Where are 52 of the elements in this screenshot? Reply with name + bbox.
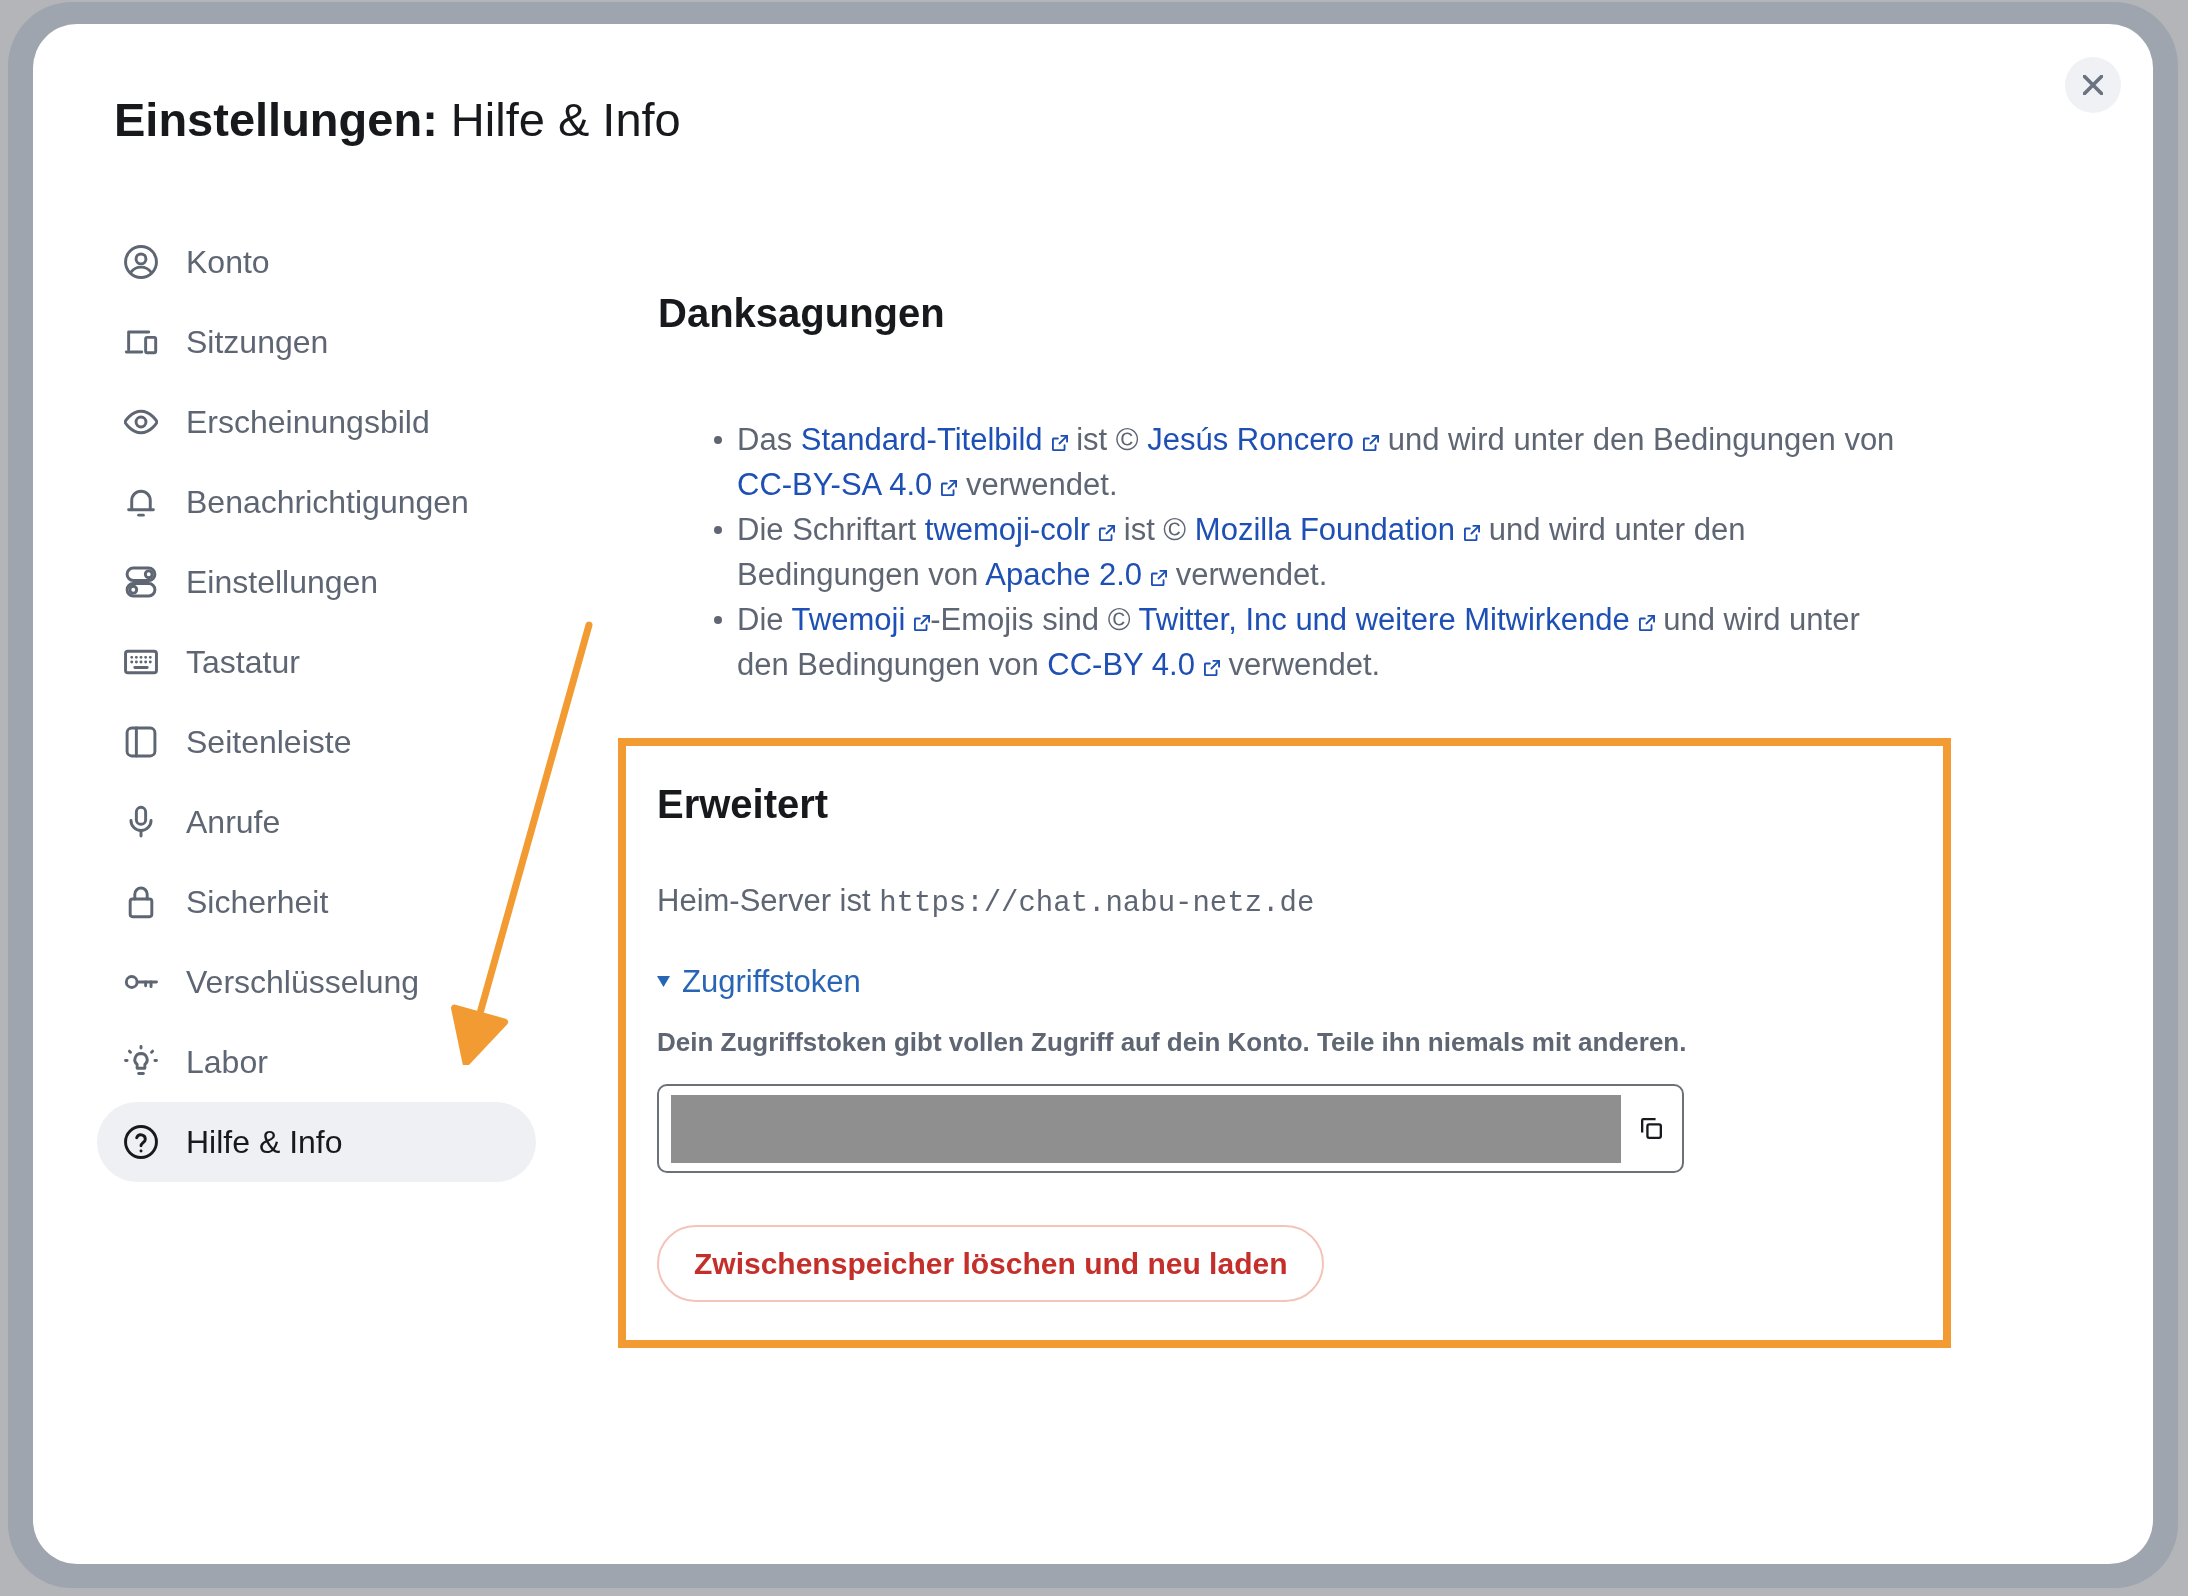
homeserver-text: Heim-Server ist https://chat.nabu-netz.de [657,882,1316,922]
credit-text: Das Standard-Titelbild ist © Jesús Roncero und wird unter den Bedingungen von CC-BY-SA 4.0 verwendet. [737,421,1896,504]
toggles-icon [124,565,158,599]
bullet-icon [714,616,722,624]
external-link-icon [1051,435,1068,451]
sidebar-panel-icon [124,725,158,759]
sidebar-item[interactable]: Seitenleiste [97,702,536,782]
external-link-icon [914,615,931,631]
sidebar-item[interactable]: Sicherheit [97,862,536,942]
credit-text: Die Twemoji -Emojis sind © Twitter, Inc und weitere Mitwirkende und wird unter den Bedingungen von CC-BY 4.0 verwendet. [737,601,1861,684]
clear-cache-button[interactable]: Zwischenspeicher löschen und neu laden [657,1225,1325,1302]
sidebar-item[interactable]: Einstellungen [97,542,536,622]
token-warning: Dein Zugriffstoken gibt vollen Zugriff auf dein Konto. Teile ihn niemals mit anderen. [657,1026,1688,1059]
credit-text: Die Schriftart twemoji-colr ist © Mozilla Foundation und wird unter den Bedingungen von Apache 2.0 verwendet. [737,511,1747,594]
token-toggle[interactable]: Zugriffstoken [657,959,861,1004]
external-link-icon [1363,435,1380,451]
sidebar-item[interactable]: Tastatur [97,622,536,702]
link[interactable]: Jesús Roncero [1147,422,1380,457]
external-link-icon [1638,615,1655,631]
bullet-icon [714,526,722,534]
external-link-icon [1099,525,1116,541]
sidebar-item[interactable]: Konto [97,222,536,302]
external-link-icon [1464,525,1481,541]
external-link-icon [1151,570,1168,586]
link[interactable]: Twemoji [791,602,931,637]
user-circle-icon [124,245,158,279]
sidebar-item[interactable]: Anrufe [97,782,536,862]
copy-icon [1641,1118,1662,1139]
sidebar-item[interactable]: Benachrichtigungen [97,462,536,542]
token-field[interactable] [657,1084,1684,1173]
sidebar-item[interactable]: Hilfe & Info [97,1102,536,1182]
link[interactable]: twemoji-colr [924,512,1116,547]
sidebar-item[interactable]: Erscheinungsbild [97,382,536,462]
section-heading: Erweitert [657,781,830,827]
sidebar-item[interactable]: Verschlüsselung [97,942,536,1022]
sidebar-item[interactable]: Labor [97,1022,536,1102]
dialog-title: Einstellungen: Hilfe & Info [114,92,681,148]
external-link-icon [941,480,958,496]
link[interactable]: CC-BY 4.0 [1047,647,1220,682]
external-link-icon [1203,660,1220,676]
close-button[interactable] [2065,57,2121,113]
close-icon [2083,75,2103,95]
link[interactable]: Standard-Titelbild [800,422,1068,457]
bullet-icon [714,436,722,444]
section-heading: Danksagungen [658,290,946,336]
sidebar-item[interactable]: Sitzungen [97,302,536,382]
caret-icon [657,976,670,987]
link[interactable]: CC-BY-SA 4.0 [737,467,958,502]
link[interactable]: Mozilla Foundation [1194,512,1481,547]
link[interactable]: Twitter, Inc und weitere Mitwirkende [1138,602,1655,637]
link[interactable]: Apache 2.0 [985,557,1168,592]
help-icon [124,1125,158,1159]
